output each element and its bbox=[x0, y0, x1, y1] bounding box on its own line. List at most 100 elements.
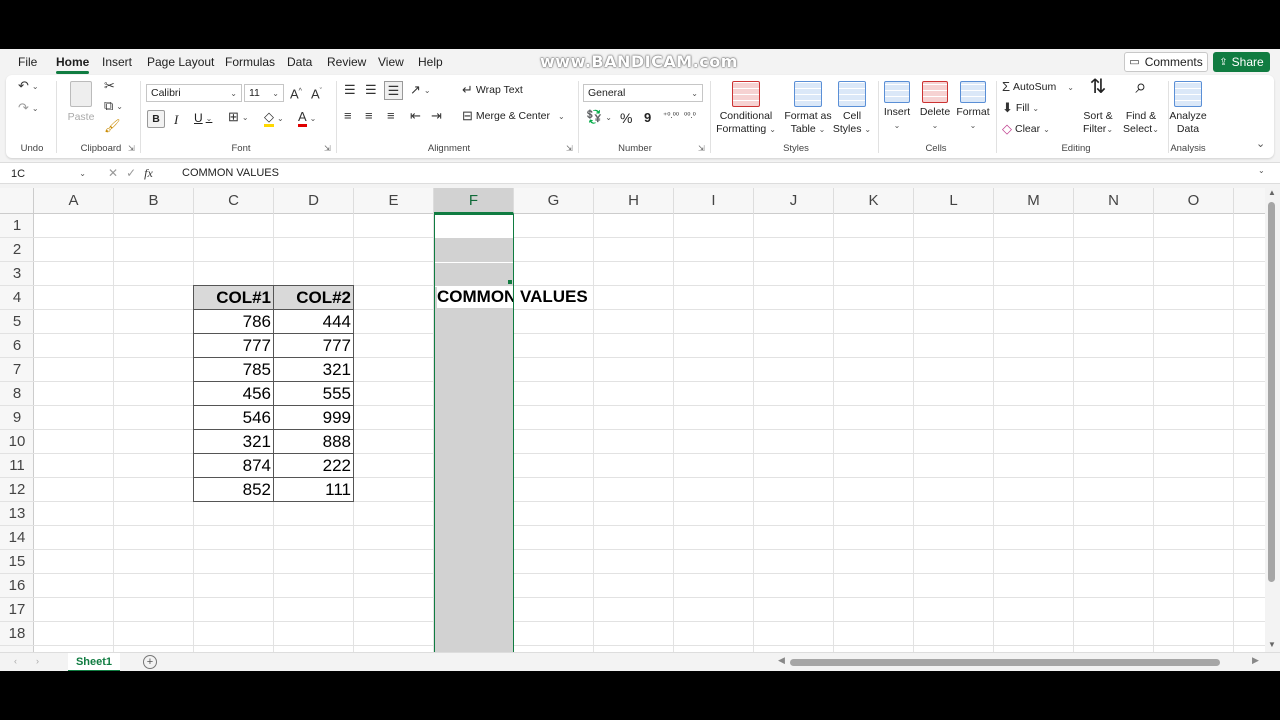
font-launcher-icon[interactable]: ⇲ bbox=[324, 144, 331, 153]
row-header-14[interactable]: 14 bbox=[0, 526, 34, 550]
table-cell[interactable]: 555 bbox=[273, 381, 354, 406]
menu-file[interactable]: File bbox=[18, 55, 37, 69]
table-cell[interactable]: 999 bbox=[273, 405, 354, 430]
fill-button[interactable]: ⬇ Fill ⌄ bbox=[1002, 101, 1039, 115]
row-header-2[interactable]: 2 bbox=[0, 238, 34, 262]
menu-formulas[interactable]: Formulas bbox=[225, 55, 275, 69]
table-cell[interactable]: 852 bbox=[193, 477, 274, 502]
column-header-n[interactable]: N bbox=[1074, 188, 1154, 214]
increase-indent-button[interactable]: ⇥ bbox=[431, 109, 442, 123]
font-name-select[interactable]: Calibri ⌄ bbox=[146, 84, 242, 102]
collapse-ribbon-button[interactable]: ⌄ bbox=[1256, 137, 1265, 150]
scroll-down-icon[interactable]: ▼ bbox=[1268, 640, 1276, 649]
column-header-k[interactable]: K bbox=[834, 188, 914, 214]
row-header-1[interactable]: 1 bbox=[0, 214, 34, 238]
column-header-b[interactable]: B bbox=[114, 188, 194, 214]
paste-button[interactable]: Paste bbox=[66, 81, 96, 124]
cut-button[interactable]: ✂ bbox=[104, 79, 115, 93]
table-cell[interactable]: 321 bbox=[193, 429, 274, 454]
sort-filter-button[interactable]: ⇅ Sort & Filter⌄ bbox=[1080, 77, 1116, 136]
font-size-select[interactable]: 11 ⌄ bbox=[244, 84, 284, 102]
underline-button[interactable]: U ⌄ bbox=[194, 111, 212, 125]
menu-data[interactable]: Data bbox=[287, 55, 312, 69]
horizontal-scroll-thumb[interactable] bbox=[790, 659, 1220, 666]
hscroll-left-icon[interactable]: ◀ bbox=[778, 655, 785, 666]
align-center-button[interactable]: ≡ bbox=[365, 109, 373, 123]
row-header-9[interactable]: 9 bbox=[0, 406, 34, 430]
column-header-e[interactable]: E bbox=[354, 188, 434, 214]
menu-help[interactable]: Help bbox=[418, 55, 443, 69]
column-header-f[interactable]: F bbox=[434, 188, 514, 214]
cell-g2-text[interactable]: VALUES bbox=[520, 287, 588, 307]
header-cell[interactable]: COL#2 bbox=[273, 285, 354, 310]
redo-button[interactable]: ↷ ⌄ bbox=[18, 101, 39, 115]
cell-f2[interactable]: COMMON bbox=[437, 286, 513, 308]
menu-review[interactable]: Review bbox=[327, 55, 366, 69]
increase-decimal-button[interactable]: ⁺⁰.⁰⁰ bbox=[663, 111, 679, 120]
decrease-font-button[interactable]: Aˇ bbox=[311, 85, 322, 101]
sheet-tab-sheet1[interactable]: Sheet1 bbox=[68, 653, 120, 671]
decrease-decimal-button[interactable]: ⁰⁰.⁰ bbox=[684, 111, 696, 120]
header-cell[interactable]: COL#1 bbox=[193, 285, 274, 310]
share-button[interactable]: ⇪ Share bbox=[1213, 52, 1270, 72]
align-middle-button[interactable]: ☰ bbox=[365, 83, 377, 97]
active-cell[interactable] bbox=[434, 214, 514, 238]
insert-cells-button[interactable]: Insert ⌄ bbox=[880, 81, 914, 132]
decrease-indent-button[interactable]: ⇤ bbox=[410, 109, 421, 123]
column-header-m[interactable]: M bbox=[994, 188, 1074, 214]
format-painter-button[interactable]: 🖌 bbox=[104, 119, 121, 133]
align-right-button[interactable]: ≡ bbox=[387, 109, 395, 123]
borders-button[interactable]: ⊞ ⌄ bbox=[228, 110, 249, 124]
copy-button[interactable]: ⧉ ⌄ bbox=[104, 99, 123, 113]
table-cell[interactable]: 444 bbox=[273, 309, 354, 334]
number-launcher-icon[interactable]: ⇲ bbox=[698, 144, 705, 153]
alignment-launcher-icon[interactable]: ⇲ bbox=[566, 144, 573, 153]
format-cells-button[interactable]: Format ⌄ bbox=[954, 81, 992, 132]
name-box[interactable]: 1C ⌄ bbox=[6, 165, 90, 182]
column-header-h[interactable]: H bbox=[594, 188, 674, 214]
table-cell[interactable]: 777 bbox=[193, 333, 274, 358]
comments-button[interactable]: ▭ Comments bbox=[1124, 52, 1208, 72]
delete-cells-button[interactable]: Delete ⌄ bbox=[916, 81, 954, 132]
vertical-scrollbar[interactable]: ▲ ▼ bbox=[1265, 188, 1280, 652]
row-header-16[interactable]: 16 bbox=[0, 574, 34, 598]
percent-button[interactable]: % bbox=[620, 110, 632, 126]
function-icon[interactable]: fx bbox=[144, 166, 153, 181]
bold-button[interactable]: B bbox=[147, 110, 165, 128]
column-header-g[interactable]: G bbox=[514, 188, 594, 214]
fill-color-button[interactable]: ◇ ⌄ bbox=[264, 110, 284, 127]
menu-page-layout[interactable]: Page Layout bbox=[147, 55, 214, 69]
select-all-corner[interactable] bbox=[0, 188, 34, 214]
column-header-o[interactable]: O bbox=[1154, 188, 1234, 214]
row-header-8[interactable]: 8 bbox=[0, 382, 34, 406]
table-cell[interactable]: 888 bbox=[273, 429, 354, 454]
table-cell[interactable]: 546 bbox=[193, 405, 274, 430]
autosum-button[interactable]: Σ AutoSum ⌄ bbox=[1002, 80, 1074, 94]
align-top-button[interactable]: ☰ bbox=[344, 83, 356, 97]
hscroll-right-icon[interactable]: ▶ bbox=[1252, 655, 1259, 666]
menu-insert[interactable]: Insert bbox=[102, 55, 132, 69]
row-header-10[interactable]: 10 bbox=[0, 430, 34, 454]
format-as-table-button[interactable]: Format as Table ⌄ bbox=[782, 81, 834, 136]
comma-style-button[interactable]: 9 bbox=[644, 110, 651, 125]
font-color-button[interactable]: A ⌄ bbox=[298, 110, 316, 127]
cell-styles-button[interactable]: Cell Styles ⌄ bbox=[830, 81, 874, 136]
column-header-c[interactable]: C bbox=[194, 188, 274, 214]
row-header-11[interactable]: 11 bbox=[0, 454, 34, 478]
undo-button[interactable]: ↶ ⌄ bbox=[18, 79, 39, 93]
table-cell[interactable]: 874 bbox=[193, 453, 274, 478]
formula-input[interactable]: COMMON VALUES bbox=[182, 167, 279, 179]
worksheet-grid[interactable]: ABCDEFGHIJKLMNO 1 2 3 4 5 6 7 8 9 10 11 12 13 14 15 16 1… bbox=[0, 188, 1265, 652]
menu-home[interactable]: Home bbox=[56, 55, 90, 74]
column-header-j[interactable]: J bbox=[754, 188, 834, 214]
row-header-6[interactable]: 6 bbox=[0, 334, 34, 358]
column-header-a[interactable]: A bbox=[34, 188, 114, 214]
italic-button[interactable]: I bbox=[174, 112, 178, 128]
increase-font-button[interactable]: A^ bbox=[290, 85, 302, 101]
merge-center-button[interactable]: ⊟ Merge & Center ⌄ bbox=[462, 109, 565, 123]
cancel-icon[interactable]: ✕ bbox=[108, 166, 118, 181]
expand-formula-icon[interactable]: ⌄ bbox=[1258, 166, 1265, 175]
table-cell[interactable]: 456 bbox=[193, 381, 274, 406]
analyze-data-button[interactable]: Analyze Data bbox=[1168, 81, 1208, 136]
add-sheet-button[interactable]: + bbox=[143, 655, 157, 669]
